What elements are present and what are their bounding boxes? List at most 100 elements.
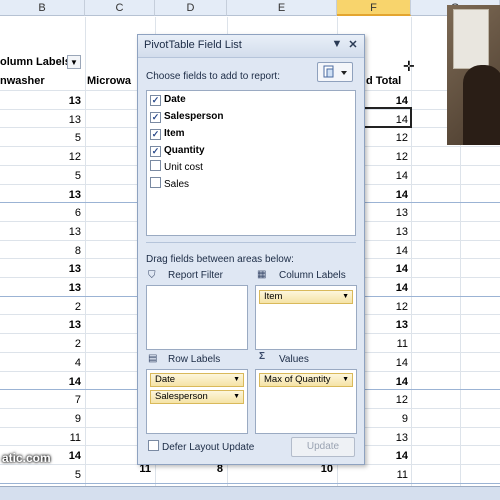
dishwasher-value-cell[interactable]: 11: [0, 428, 81, 448]
grand-total-value-cell[interactable]: 13: [365, 315, 408, 335]
dishwasher-value-cell[interactable]: 2: [0, 334, 81, 354]
dishwasher-value-cell[interactable]: 7: [0, 390, 81, 410]
field-label: Item: [164, 128, 185, 139]
chip-label: Max of Quantity: [264, 374, 331, 385]
grand-total-value-cell[interactable]: 13: [365, 428, 408, 448]
dishwasher-value-cell[interactable]: 14: [0, 372, 81, 392]
values-area[interactable]: Max of Quantity ▼: [255, 369, 357, 434]
dishwasher-value-cell[interactable]: 13: [0, 315, 81, 335]
column-header-d[interactable]: D: [155, 0, 227, 16]
grand-total-value-cell[interactable]: 13: [365, 222, 408, 242]
grand-total-value-cell[interactable]: 14: [365, 185, 408, 205]
grand-total-value-cell[interactable]: 14: [365, 241, 408, 261]
grand-total-header: d Total: [366, 75, 402, 87]
grand-total-value-cell[interactable]: 11: [365, 334, 408, 354]
column-header-b[interactable]: B: [0, 0, 85, 16]
field-item-date[interactable]: ✓ Date: [150, 92, 186, 108]
row-field-item-date[interactable]: Date ▼: [150, 373, 244, 387]
webcam-overlay: [447, 5, 500, 145]
field-checkbox[interactable]: ✓: [150, 146, 161, 157]
grand-total-value-cell[interactable]: 14: [365, 372, 408, 392]
field-item-unit-cost[interactable]: Unit cost: [150, 160, 203, 176]
chip-label: Item: [264, 291, 283, 302]
column-labels-icon: ▦: [257, 269, 267, 280]
row-labels-area[interactable]: Date ▼ Salesperson ▼: [146, 369, 248, 434]
field-item-item[interactable]: ✓ Item: [150, 126, 185, 142]
row-field-item-salesperson[interactable]: Salesperson ▼: [150, 390, 244, 404]
field-item-salesperson[interactable]: ✓ Salesperson: [150, 109, 223, 125]
grand-total-value-cell[interactable]: 14: [365, 259, 408, 279]
field-checkbox[interactable]: ✓: [150, 112, 161, 123]
grand-total-value-cell[interactable]: 14: [365, 166, 408, 186]
column-labels-area[interactable]: Item ▼: [255, 285, 357, 350]
close-icon[interactable]: ✕: [346, 38, 360, 51]
column-labels-header: olumn Labels: [0, 56, 71, 68]
choose-fields-label: Choose fields to add to report:: [146, 71, 280, 82]
grand-total-value-cell[interactable]: 14: [365, 278, 408, 298]
microwave-header: Microwa: [87, 75, 132, 87]
column-header-f[interactable]: F: [337, 0, 411, 16]
dishwasher-value-cell[interactable]: 13: [0, 259, 81, 279]
dishwasher-header: nwasher: [0, 75, 45, 87]
field-label: Date: [164, 94, 186, 105]
field-checkbox[interactable]: [150, 177, 161, 188]
field-list-box[interactable]: ✓ Date ✓ Salesperson ✓ Item ✓ Quantity Unit cost…: [146, 90, 356, 236]
dishwasher-value-cell[interactable]: 13: [0, 222, 81, 242]
whiteboard-image: [453, 9, 489, 69]
cursor-icon: ✛: [403, 58, 415, 74]
drag-fields-label: Drag fields between areas below:: [146, 254, 294, 265]
dishwasher-value-cell[interactable]: 5: [0, 128, 81, 148]
field-checkbox[interactable]: ✓: [150, 129, 161, 140]
field-label: Sales: [164, 179, 190, 190]
presenter-image: [463, 65, 500, 145]
grand-total-value-cell[interactable]: 13: [365, 203, 408, 223]
value-field-item[interactable]: Max of Quantity ▼: [259, 373, 353, 387]
grand-total-value-cell[interactable]: 12: [365, 390, 408, 410]
column-header-e[interactable]: E: [227, 0, 337, 16]
column-labels-label: Column Labels: [279, 270, 346, 281]
column-labels-filter-button[interactable]: ▼: [67, 55, 81, 69]
field-checkbox[interactable]: [150, 160, 161, 171]
update-button[interactable]: Update: [291, 437, 355, 457]
field-label: Salesperson: [164, 111, 224, 122]
filter-icon: ⛉: [148, 270, 156, 281]
column-field-item[interactable]: Item ▼: [259, 290, 353, 304]
dishwasher-value-cell[interactable]: 13: [0, 91, 81, 111]
sigma-icon: Σ: [259, 351, 266, 362]
grand-total-value-cell[interactable]: 12: [365, 128, 408, 148]
dishwasher-value-cell[interactable]: 4: [0, 353, 81, 373]
dishwasher-value-cell[interactable]: 6: [0, 203, 81, 223]
field-checkbox[interactable]: ✓: [150, 95, 161, 106]
report-filter-area[interactable]: [146, 285, 248, 350]
row-labels-label: Row Labels: [168, 354, 221, 365]
values-label: Values: [279, 354, 309, 365]
dishwasher-value-cell[interactable]: 12: [0, 147, 81, 167]
field-item-sales[interactable]: Sales: [150, 177, 189, 193]
dishwasher-value-cell[interactable]: 9: [0, 409, 81, 429]
dishwasher-value-cell[interactable]: 8: [0, 241, 81, 261]
grand-total-value-cell[interactable]: 11: [365, 465, 408, 485]
dropdown-icon[interactable]: ▼: [330, 38, 344, 50]
dishwasher-value-cell[interactable]: 13: [0, 110, 81, 130]
row-labels-icon: ▤: [148, 353, 158, 364]
panel-title: PivotTable Field List: [144, 39, 242, 51]
dishwasher-value-cell[interactable]: 13: [0, 278, 81, 298]
pivot-field-list-panel[interactable]: PivotTable Field List ▼ ✕ Choose fields …: [137, 34, 365, 465]
field-item-quantity[interactable]: ✓ Quantity: [150, 143, 205, 159]
grand-total-value-cell[interactable]: 12: [365, 147, 408, 167]
defer-layout-checkbox[interactable]: Defer Layout Update: [148, 440, 254, 453]
grand-total-value-cell[interactable]: 14: [365, 446, 408, 466]
grand-total-value-cell[interactable]: 12: [365, 297, 408, 317]
column-header-c[interactable]: C: [85, 0, 155, 16]
panel-title-bar[interactable]: PivotTable Field List ▼ ✕: [138, 35, 364, 58]
defer-layout-label: Defer Layout Update: [162, 442, 255, 453]
grand-total-value-cell[interactable]: 9: [365, 409, 408, 429]
defer-checkbox-box[interactable]: [148, 440, 159, 451]
active-cell[interactable]: [362, 107, 412, 128]
layout-options-button[interactable]: [317, 62, 353, 82]
dishwasher-value-cell[interactable]: 13: [0, 185, 81, 205]
grand-total-value-cell[interactable]: 14: [365, 353, 408, 373]
dishwasher-value-cell[interactable]: 5: [0, 166, 81, 186]
status-bar: [0, 486, 500, 500]
dishwasher-value-cell[interactable]: 2: [0, 297, 81, 317]
